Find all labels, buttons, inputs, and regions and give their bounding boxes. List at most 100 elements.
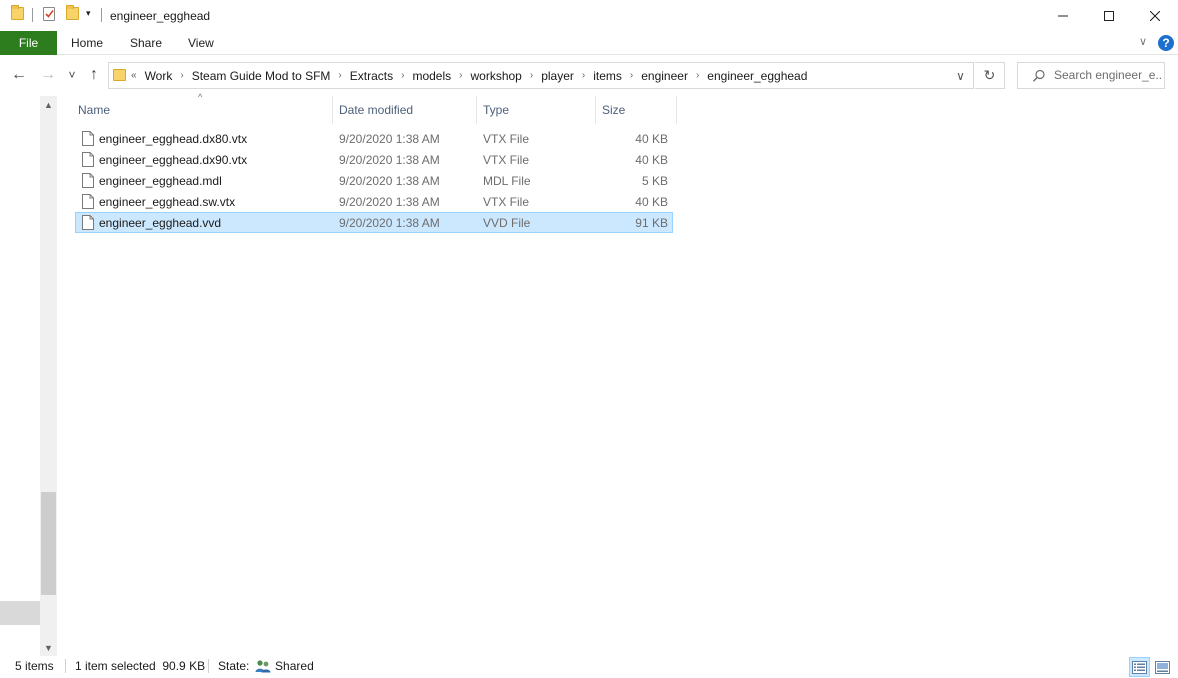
sharing-state: State: Shared <box>218 659 314 673</box>
breadcrumb-player[interactable]: player <box>541 69 574 83</box>
search-box[interactable] <box>1017 62 1165 89</box>
file-date-modified: 9/20/2020 1:38 AM <box>339 174 440 188</box>
back-arrow-icon: ← <box>11 66 27 83</box>
file-type: VTX File <box>483 132 530 146</box>
folder-icon <box>113 69 126 81</box>
status-separator <box>208 659 209 673</box>
forward-button[interactable]: → <box>38 64 58 86</box>
chevron-down-icon: ∨ <box>956 68 965 83</box>
close-icon <box>1150 10 1160 21</box>
column-header-size[interactable]: Size <box>596 96 677 124</box>
maximize-button[interactable] <box>1086 0 1132 31</box>
breadcrumb-separator-icon[interactable]: › <box>696 70 699 81</box>
minimize-icon <box>1058 15 1068 16</box>
file-icon <box>82 131 94 146</box>
tab-file[interactable]: File <box>0 31 57 55</box>
column-header-name[interactable]: Name <box>72 96 333 124</box>
breadcrumb-separator-icon[interactable]: › <box>459 70 462 81</box>
refresh-button[interactable]: ↻ <box>975 62 1005 89</box>
tab-view[interactable]: View <box>188 36 214 50</box>
folder-icon <box>11 5 24 20</box>
breadcrumb-separator-icon[interactable]: › <box>630 70 633 81</box>
file-name: engineer_egghead.dx90.vtx <box>99 153 248 167</box>
status-bar: 5 items 1 item selected 90.9 KB State: S… <box>0 656 1178 678</box>
large-icons-view-button[interactable] <box>1152 657 1173 677</box>
window-title: engineer_egghead <box>110 9 211 23</box>
file-date-modified: 9/20/2020 1:38 AM <box>339 132 440 146</box>
recent-locations-button[interactable]: ˅ <box>64 64 80 86</box>
table-row[interactable]: engineer_egghead.mdl 9/20/2020 1:38 AM M… <box>75 170 673 191</box>
file-size: 40 KB <box>635 132 668 146</box>
title-bar: ▾ engineer_egghead <box>0 0 1178 31</box>
quick-access-separator <box>32 8 33 22</box>
up-button[interactable]: ↑ <box>84 64 104 86</box>
quick-access-separator <box>101 8 102 22</box>
search-input[interactable] <box>1054 68 1162 82</box>
scroll-down-arrow-icon[interactable]: ▼ <box>40 639 57 656</box>
search-icon <box>1032 69 1045 82</box>
file-size: 40 KB <box>635 153 668 167</box>
file-type: VTX File <box>483 195 530 209</box>
status-separator <box>65 659 66 673</box>
scrollbar-thumb[interactable] <box>41 492 56 595</box>
column-header-date-modified[interactable]: Date modified <box>333 96 477 124</box>
file-name: engineer_egghead.mdl <box>99 174 222 188</box>
breadcrumb-steam-guide[interactable]: Steam Guide Mod to SFM <box>192 69 331 83</box>
breadcrumb-workshop[interactable]: workshop <box>470 69 521 83</box>
breadcrumb-separator-icon[interactable]: › <box>338 70 341 81</box>
selection-info: 1 item selected 90.9 KB <box>75 659 206 673</box>
table-row[interactable]: engineer_egghead.sw.vtx 9/20/2020 1:38 A… <box>75 191 673 212</box>
refresh-icon: ↻ <box>983 67 996 83</box>
file-icon <box>82 173 94 188</box>
breadcrumb-models[interactable]: models <box>412 69 451 83</box>
minimize-button[interactable] <box>1040 0 1086 31</box>
breadcrumb-separator-icon[interactable]: › <box>401 70 404 81</box>
file-size: 91 KB <box>635 216 668 230</box>
file-size: 5 KB <box>641 174 668 188</box>
scroll-up-arrow-icon[interactable]: ▲ <box>40 96 57 113</box>
ribbon: File Home Share View ∨ ? <box>0 31 1178 55</box>
forward-arrow-icon: → <box>40 66 56 83</box>
breadcrumb-overflow-icon[interactable]: « <box>131 70 137 81</box>
table-row[interactable]: engineer_egghead.dx80.vtx 9/20/2020 1:38… <box>75 128 673 149</box>
expand-ribbon-chevron-icon[interactable]: ∨ <box>1139 35 1147 48</box>
breadcrumb-work[interactable]: Work <box>145 69 173 83</box>
help-icon[interactable]: ? <box>1158 35 1174 51</box>
close-button[interactable] <box>1132 0 1178 31</box>
file-icon <box>82 215 94 230</box>
properties-icon[interactable] <box>43 7 55 21</box>
up-arrow-icon: ↑ <box>90 66 98 83</box>
back-button[interactable]: ← <box>9 64 29 86</box>
column-header-type[interactable]: Type <box>477 96 596 124</box>
breadcrumb-extracts[interactable]: Extracts <box>350 69 393 83</box>
navigation-pane-scrollbar[interactable]: ▲ ▼ <box>40 96 57 656</box>
shared-users-icon <box>255 660 271 673</box>
file-icon <box>82 152 94 167</box>
breadcrumb-separator-icon[interactable]: › <box>530 70 533 81</box>
address-bar[interactable]: « Work › Steam Guide Mod to SFM › Extrac… <box>108 62 974 89</box>
file-date-modified: 9/20/2020 1:38 AM <box>339 216 440 230</box>
breadcrumb: « Work › Steam Guide Mod to SFM › Extrac… <box>131 63 807 88</box>
breadcrumb-engineer-egghead[interactable]: engineer_egghead <box>707 69 807 83</box>
address-history-button[interactable]: ∨ <box>947 62 974 89</box>
table-row[interactable]: engineer_egghead.dx90.vtx 9/20/2020 1:38… <box>75 149 673 170</box>
file-type: VTX File <box>483 153 530 167</box>
file-date-modified: 9/20/2020 1:38 AM <box>339 195 440 209</box>
customize-quick-access-chevron-down-icon[interactable]: ▾ <box>86 8 91 19</box>
tab-share[interactable]: Share <box>130 36 162 50</box>
new-folder-icon[interactable] <box>66 5 79 20</box>
breadcrumb-separator-icon[interactable]: › <box>180 70 183 81</box>
file-type: VVD File <box>483 216 531 230</box>
state-label: State: <box>218 659 250 673</box>
chevron-down-icon: ˅ <box>68 68 76 82</box>
horizontal-scrollbar-thumb[interactable] <box>0 601 40 625</box>
table-row[interactable]: engineer_egghead.vvd 9/20/2020 1:38 AM V… <box>75 212 673 233</box>
breadcrumb-separator-icon[interactable]: › <box>582 70 585 81</box>
breadcrumb-engineer[interactable]: engineer <box>641 69 688 83</box>
file-size: 40 KB <box>635 195 668 209</box>
maximize-icon <box>1104 10 1114 21</box>
details-view-button[interactable] <box>1129 657 1150 677</box>
tab-home[interactable]: Home <box>71 36 103 50</box>
file-type: MDL File <box>483 174 531 188</box>
breadcrumb-items[interactable]: items <box>593 69 622 83</box>
